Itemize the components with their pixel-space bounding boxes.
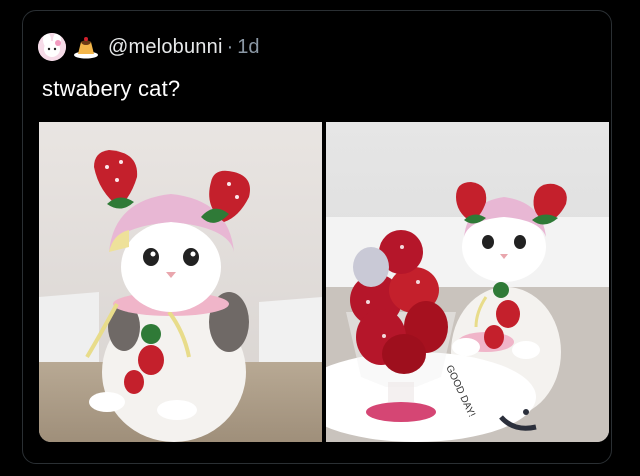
tweet-header: @melobunni · 1d xyxy=(38,31,260,63)
user-handle[interactable]: @melobunni xyxy=(108,36,223,59)
avatar[interactable] xyxy=(38,33,66,61)
tweet-timestamp[interactable]: 1d xyxy=(237,36,259,59)
cat-strawberry-hat-photo-1[interactable] xyxy=(39,122,322,442)
tweet-text: stwabery cat? xyxy=(42,76,181,101)
tweet-media[interactable]: GOOD DAY! xyxy=(39,122,609,442)
separator-dot: · xyxy=(226,35,234,58)
flan-pudding-icon xyxy=(72,33,100,61)
cat-strawberry-hat-photo-2[interactable]: GOOD DAY! xyxy=(326,122,609,442)
